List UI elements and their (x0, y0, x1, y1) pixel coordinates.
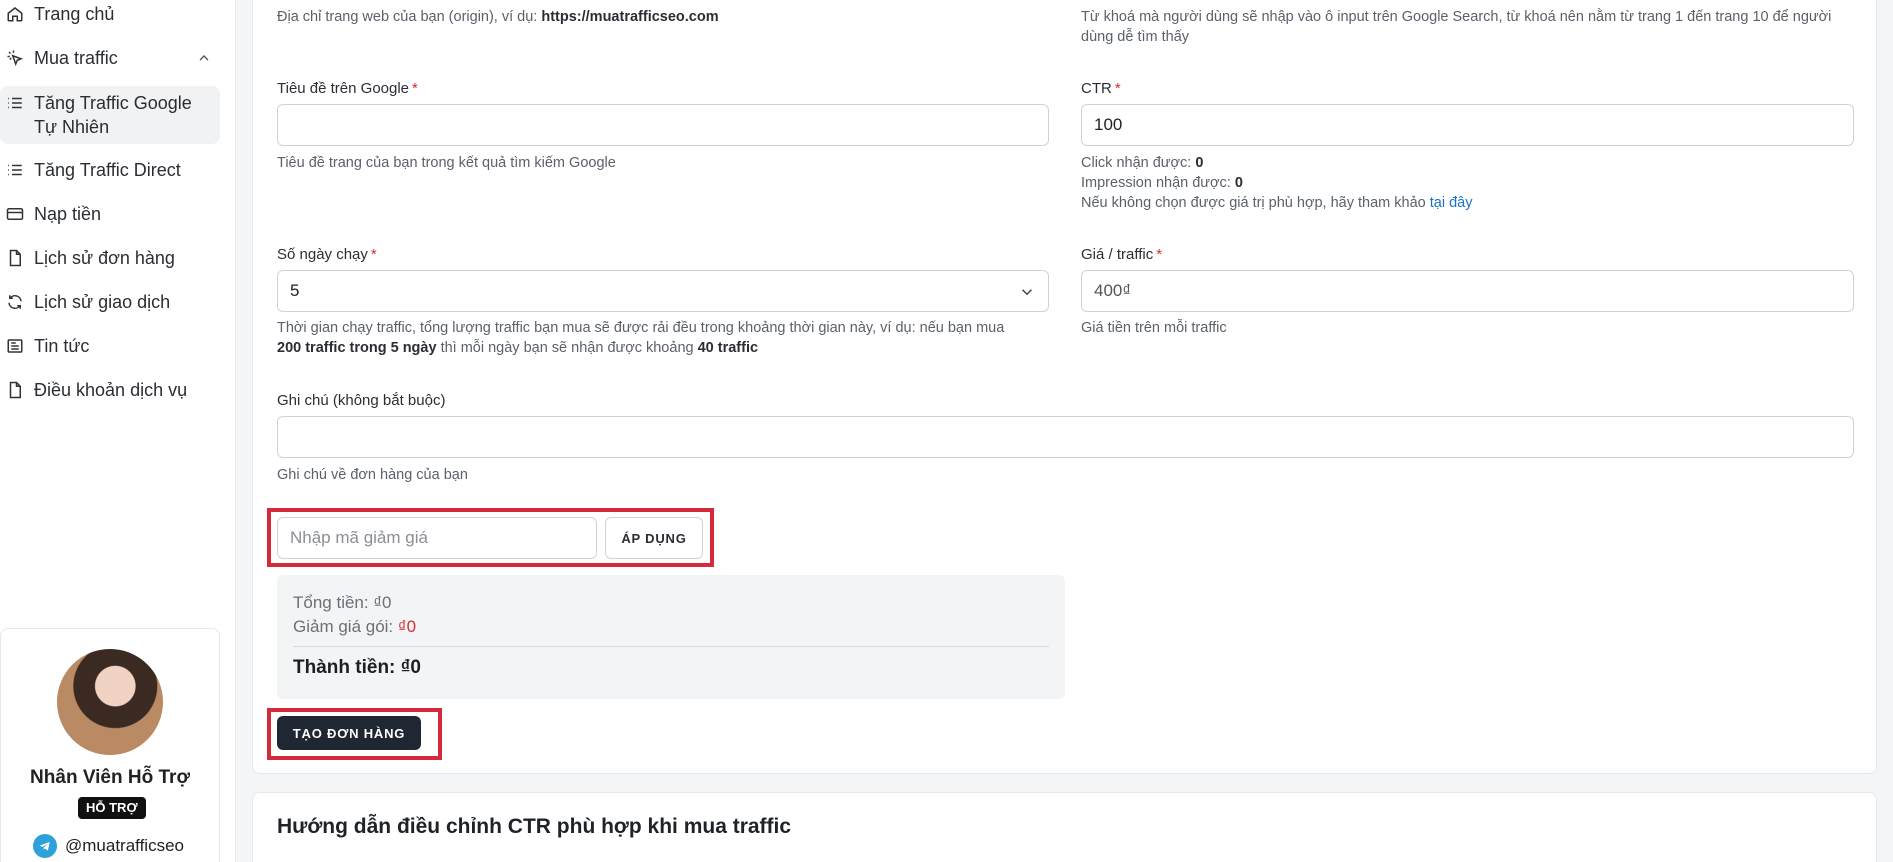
title-input[interactable] (277, 104, 1049, 146)
ctr-hint: Nếu không chọn được giá trị phù hợp, hãy… (1081, 195, 1473, 211)
final-total: Thành tiền: ₫0 (293, 657, 421, 678)
price-input[interactable]: 400₫ (1081, 270, 1854, 312)
telegram-link[interactable]: @muatrafficseo (33, 834, 184, 858)
sidebar-item-label: Tăng Traffic Direct (34, 160, 181, 180)
support-handle-text: @muatrafficseo (65, 836, 184, 855)
credit-card-icon (4, 202, 26, 226)
days-help: Thời gian chạy traffic, tổng lượng traff… (277, 320, 1005, 356)
days-select[interactable]: 5 (277, 270, 1049, 312)
sidebar-item-direct-traffic[interactable]: Tăng Traffic Direct (0, 158, 220, 182)
price-label: Giá / traffic * (1081, 246, 1163, 263)
chevron-up-icon[interactable] (194, 46, 214, 70)
total-line: Tổng tiền: ₫0 (293, 593, 392, 612)
order-summary: Tổng tiền: ₫0 Giảm giá gói: ₫0 Thành tiề… (277, 575, 1065, 699)
avatar (57, 649, 163, 755)
document-icon (4, 246, 26, 270)
impression-count: Impression nhận được: 0 (1081, 175, 1243, 191)
note-help: Ghi chú về đơn hàng của bạn (277, 467, 468, 483)
sidebar-item-terms[interactable]: Điều khoản dịch vụ (0, 378, 220, 402)
guide-title: Hướng dẫn điều chỉnh CTR phù hợp khi mua… (277, 815, 792, 838)
create-order-button[interactable]: TẠO ĐƠN HÀNG (277, 716, 421, 750)
sidebar-item-label: Tăng Traffic Google Tự Nhiên (34, 93, 192, 137)
cursor-click-icon (4, 46, 26, 70)
support-name: Nhân Viên Hỗ Trợ (30, 767, 190, 788)
coupon-input[interactable]: Nhập mã giảm giá (277, 517, 597, 559)
telegram-icon (33, 834, 57, 858)
home-icon (4, 2, 26, 26)
sidebar-item-news[interactable]: Tin tức (0, 334, 220, 358)
support-badge: HỖ TRỢ (78, 797, 146, 819)
sidebar-item-buy-traffic[interactable]: Mua traffic (0, 46, 220, 70)
note-label: Ghi chú (không bắt buộc) (277, 392, 446, 409)
sidebar: Trang chủ Mua traffic Tăng Traffic Googl… (0, 0, 236, 862)
list-icon (4, 91, 26, 115)
discount-line: Giảm giá gói: ₫0 (293, 617, 417, 636)
sidebar-item-google-traffic[interactable]: Tăng Traffic Google Tự Nhiên (0, 86, 220, 144)
price-help: Giá tiền trên mỗi traffic (1081, 320, 1227, 336)
sidebar-item-topup[interactable]: Nạp tiền (0, 202, 220, 226)
sidebar-item-label: Lịch sử giao dịch (34, 292, 171, 312)
keyword-help: Từ khoá mà người dùng sẽ nhập vào ô inpu… (1081, 9, 1832, 45)
refresh-icon (4, 290, 26, 314)
click-count: Click nhận được: 0 (1081, 155, 1204, 171)
support-card: Nhân Viên Hỗ Trợ HỖ TRỢ @muatrafficseo (0, 628, 220, 862)
ctr-label: CTR * (1081, 80, 1121, 97)
title-label: Tiêu đề trên Google * (277, 80, 418, 97)
list-icon (4, 158, 26, 182)
sidebar-item-order-history[interactable]: Lịch sử đơn hàng (0, 246, 220, 270)
document-icon (4, 378, 26, 402)
sidebar-item-label: Nạp tiền (34, 204, 102, 224)
sidebar-item-label: Lịch sử đơn hàng (34, 248, 175, 268)
chevron-down-icon (1021, 289, 1033, 296)
newspaper-icon (4, 334, 26, 358)
sidebar-item-label: Điều khoản dịch vụ (34, 380, 188, 400)
title-help: Tiêu đề trang của bạn trong kết quả tìm … (277, 155, 616, 171)
sidebar-item-label: Trang chủ (34, 4, 115, 24)
ctr-input[interactable]: 100 (1081, 104, 1854, 146)
sidebar-item-label: Tin tức (34, 336, 90, 356)
summary-divider (293, 646, 1049, 647)
days-label: Số ngày chạy * (277, 246, 377, 263)
sidebar-item-home[interactable]: Trang chủ (0, 2, 220, 26)
ctr-hint-link[interactable]: tại đây (1430, 195, 1473, 211)
note-input[interactable] (277, 416, 1854, 458)
sidebar-item-label: Mua traffic (34, 48, 118, 68)
sidebar-item-transaction-history[interactable]: Lịch sử giao dịch (0, 290, 220, 314)
origin-help: Địa chỉ trang web của bạn (origin), ví d… (277, 9, 719, 25)
apply-coupon-button[interactable]: ÁP DỤNG (605, 517, 703, 559)
